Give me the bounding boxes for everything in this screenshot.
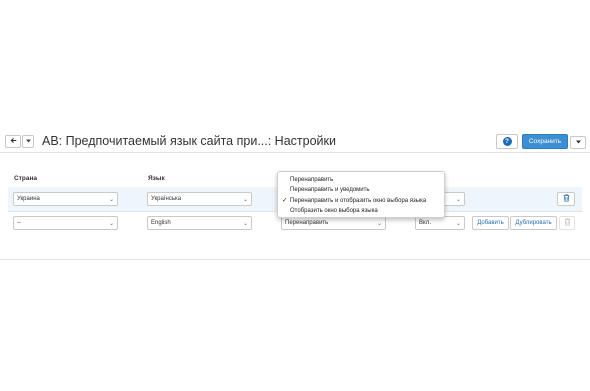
action-dropdown-menu: Перенаправить Перенаправить и уведомить … [277, 171, 445, 218]
chevron-down-icon: ⌄ [242, 221, 248, 227]
page-title: AB: Предпочитаемый язык сайта при...: На… [42, 134, 336, 148]
country-select-value: Украина [17, 196, 40, 202]
chevron-down-icon: ⌄ [376, 221, 382, 227]
caret-down-icon [25, 138, 31, 145]
country-select[interactable]: Украина ⌄ [13, 192, 118, 206]
action-select[interactable]: Перенаправить ⌄ [281, 216, 386, 230]
arrow-left-icon [10, 137, 17, 146]
language-select-value: English [151, 220, 171, 226]
language-select[interactable]: English ⌄ [147, 216, 252, 230]
back-button[interactable] [5, 135, 21, 148]
checkmark-icon: ✓ [282, 196, 288, 204]
history-dropdown-button[interactable] [22, 135, 34, 148]
chevron-down-icon: ⌄ [108, 221, 114, 227]
save-options-button[interactable] [570, 136, 586, 149]
column-header-country: Страна [14, 175, 38, 182]
action-select-value: Перенаправить [285, 220, 329, 226]
help-button[interactable]: ? [496, 134, 518, 149]
delete-row-button-disabled [559, 216, 575, 230]
country-select[interactable]: -- ⌄ [13, 216, 118, 230]
country-select-value: -- [17, 220, 21, 226]
language-select[interactable]: Українська ⌄ [147, 192, 252, 206]
chevron-down-icon: ⌄ [455, 221, 461, 227]
chevron-down-icon: ⌄ [108, 197, 114, 203]
dropdown-option[interactable]: Перенаправить [278, 175, 444, 185]
delete-row-button[interactable] [557, 192, 575, 206]
caret-down-icon [575, 140, 581, 146]
dropdown-option[interactable]: Отобразить окно выбора языка [278, 206, 444, 216]
status-select-value: Вкл. [419, 220, 431, 226]
language-select-value: Українська [151, 196, 182, 202]
chevron-down-icon: ⌄ [242, 197, 248, 203]
duplicate-button[interactable]: Дублировать [510, 216, 557, 230]
add-button[interactable]: Добавить [472, 216, 509, 230]
toolbar: AB: Предпочитаемый язык сайта при...: На… [0, 131, 590, 153]
column-header-language: Язык [148, 175, 165, 182]
save-button[interactable]: Сохранить [522, 134, 568, 149]
trash-icon [563, 194, 570, 204]
trash-icon [564, 218, 571, 228]
dropdown-option-selected[interactable]: ✓ Перенаправить и отобразить окно выбора… [278, 196, 444, 206]
dropdown-option[interactable]: Перенаправить и уведомить [278, 185, 444, 195]
help-icon: ? [502, 137, 512, 146]
chevron-down-icon: ⌄ [455, 197, 461, 203]
status-select[interactable]: Вкл. ⌄ [415, 216, 465, 230]
